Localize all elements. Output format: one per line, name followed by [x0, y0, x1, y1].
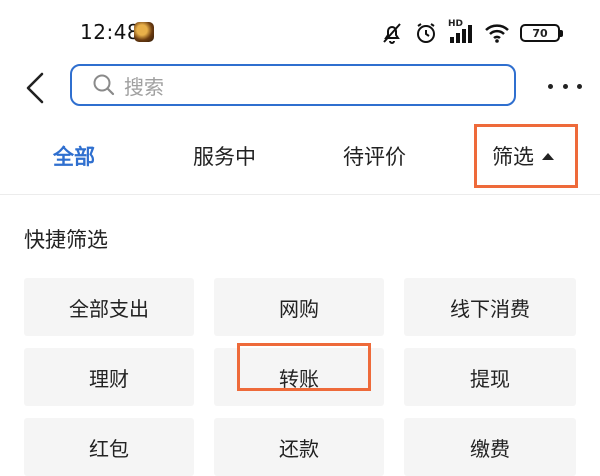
- status-time: 12:48: [80, 20, 141, 44]
- search-placeholder: 搜索: [124, 74, 164, 99]
- chip-bill-payment[interactable]: 缴费: [404, 418, 576, 476]
- chip-wealth-management[interactable]: 理财: [24, 348, 194, 406]
- status-bar: 12:48 HD 70: [0, 0, 600, 60]
- more-options-button[interactable]: [548, 74, 582, 98]
- tab-all[interactable]: 全部: [53, 118, 95, 194]
- quick-filter-title: 快捷筛选: [24, 228, 108, 252]
- chip-offline-spending[interactable]: 线下消费: [404, 278, 576, 336]
- more-dot-icon: [562, 83, 568, 89]
- tab-in-service[interactable]: 服务中: [193, 118, 256, 194]
- chip-repayment[interactable]: 还款: [214, 418, 384, 476]
- back-button[interactable]: [24, 70, 54, 106]
- tab-bar: 全部 服务中 待评价 筛选: [0, 118, 600, 195]
- top-bar: 搜索: [0, 60, 600, 116]
- battery-icon: 70: [520, 24, 563, 42]
- mute-bell-icon: [380, 21, 404, 45]
- cellular-signal-icon: HD: [448, 19, 474, 45]
- chip-red-packet[interactable]: 红包: [24, 418, 194, 476]
- chip-withdraw[interactable]: 提现: [404, 348, 576, 406]
- network-hd-label: HD: [448, 19, 464, 29]
- status-icons: HD 70: [380, 19, 563, 46]
- wifi-icon: [484, 22, 510, 44]
- caret-up-icon: [542, 152, 554, 160]
- transfer-highlight-box: [237, 343, 371, 391]
- filter-label: 筛选: [492, 145, 534, 169]
- chip-all-expense[interactable]: 全部支出: [24, 278, 194, 336]
- filter-button[interactable]: 筛选: [492, 118, 554, 194]
- tab-to-review[interactable]: 待评价: [343, 118, 406, 194]
- more-dot-icon: [548, 83, 553, 89]
- alarm-icon: [414, 21, 438, 45]
- chip-online-shopping[interactable]: 网购: [214, 278, 384, 336]
- chevron-left-icon: [26, 72, 44, 104]
- notification-app-icon: [134, 22, 154, 42]
- more-dot-icon: [577, 83, 582, 89]
- search-icon: [92, 73, 116, 97]
- search-input[interactable]: 搜索: [70, 64, 516, 106]
